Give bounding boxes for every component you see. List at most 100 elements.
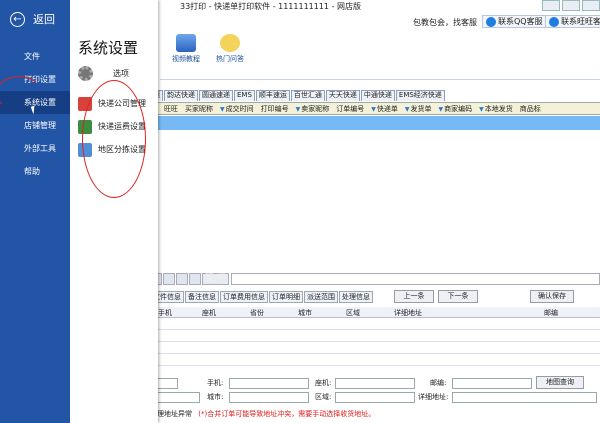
address-grid-header: 手机 座机 省份 城市 区域 详细地址 邮编	[150, 307, 600, 318]
window-controls	[540, 0, 600, 11]
map-search-button[interactable]: 地图查询	[536, 376, 584, 389]
maximize-icon[interactable]	[562, 0, 580, 11]
options-button[interactable]: 选项	[78, 66, 129, 81]
column-header[interactable]: 成交时间	[220, 104, 254, 114]
district-label: 区域:	[315, 393, 332, 401]
column-header[interactable]: 发货单	[405, 104, 432, 114]
column-header: 座机	[202, 309, 216, 317]
zip-label: 邮编:	[430, 379, 447, 387]
column-header: 详细地址	[394, 309, 422, 317]
faq-label: 热门问答	[216, 55, 244, 63]
speech-bubble-icon	[220, 34, 240, 52]
gear-icon	[78, 66, 93, 81]
video-tutorial-button[interactable]: 视频教程	[172, 34, 200, 64]
tab-detail[interactable]: 备注信息	[185, 291, 219, 303]
app-root: 33打印 - 快递单打印软件 - 1111111111 - 网店版 包教包会，找…	[0, 0, 600, 423]
faq-button[interactable]: 热门问答	[216, 34, 244, 64]
confirm-save-button[interactable]: 确认保存	[530, 290, 574, 303]
wangwang-icon	[549, 16, 559, 27]
order-grid-body[interactable]	[150, 130, 600, 270]
prev-page-icon[interactable]	[163, 273, 175, 285]
column-header[interactable]: 买家昵称	[185, 104, 213, 114]
ribbon-toolbar: 视频教程 热门问答	[160, 30, 600, 80]
column-header: 城市	[298, 309, 312, 317]
last-page-icon[interactable]	[189, 273, 201, 285]
tab-detail[interactable]: 派送范围	[304, 291, 338, 303]
sidebar-item-file[interactable]: 文件	[0, 45, 70, 68]
sidebar-item-shop-management[interactable]: 店铺管理	[0, 114, 70, 137]
sidebar-item-help[interactable]: 帮助	[0, 160, 70, 183]
column-header: 手机	[158, 309, 172, 317]
column-header[interactable]: 打印编号	[261, 104, 289, 114]
column-header[interactable]: 旺旺	[164, 104, 178, 114]
column-header: 区域	[346, 309, 360, 317]
page-title: 系统设置	[78, 39, 139, 57]
tab-carrier[interactable]: 韵达快递	[164, 90, 198, 101]
annotation-circle	[82, 80, 146, 198]
video-tutorial-label: 视频教程	[172, 55, 200, 63]
address-field[interactable]	[452, 392, 597, 403]
tab-carrier[interactable]: EMS经济快递	[395, 90, 445, 101]
qq-icon	[486, 16, 496, 27]
column-header[interactable]: 本地发货	[479, 104, 513, 114]
title-bar: 33打印 - 快递单打印软件 - 1111111111 - 网店版	[160, 0, 600, 14]
tab-detail[interactable]: 订单费用信息	[220, 291, 268, 303]
prev-record-button[interactable]: 上一条	[394, 290, 434, 303]
close-icon[interactable]	[582, 0, 600, 11]
monitor-icon	[176, 34, 196, 52]
back-arrow-icon: ←	[10, 11, 25, 27]
window-title: 33打印 - 快递单打印软件 - 1111111111 - 网店版	[180, 2, 361, 11]
mobile-label: 手机:	[207, 379, 224, 387]
tab-carrier[interactable]: 圆通速递	[199, 90, 233, 101]
column-header[interactable]: 商品标	[520, 104, 541, 114]
order-grid-header: 友 旺旺 买家昵称 成交时间 打印编号 卖家昵称 订单编号 快递单 发货单 商家…	[150, 102, 600, 115]
qq-support-label: 联系QQ客服	[498, 17, 543, 26]
tab-detail[interactable]: 订单明细	[269, 291, 303, 303]
selected-row[interactable]	[150, 116, 600, 130]
pager-label: 拨 子	[202, 273, 230, 285]
zip-field[interactable]	[452, 378, 532, 389]
column-header[interactable]: 卖家昵称	[296, 104, 329, 114]
address-form: 手机: 座机: 邮编: 地图查询 城市: 区域: 详细地址:	[150, 372, 600, 408]
district-select[interactable]	[335, 392, 415, 403]
settings-overlay: ← 返回 文件 打印设置 系统设置 店铺管理 外部工具 帮助 系统设置 选项 快…	[0, 0, 158, 423]
help-tip: 包教包会，找客服	[413, 18, 477, 27]
address-grid-body[interactable]	[150, 318, 600, 366]
tab-detail[interactable]: 处理信息	[339, 291, 373, 303]
column-header: 省份	[250, 309, 264, 317]
tab-carrier[interactable]: EMS	[234, 90, 255, 101]
wangwang-support-button[interactable]: 联系旺旺客服	[545, 15, 600, 28]
column-header[interactable]: 商家编码	[439, 104, 472, 114]
tab-carrier[interactable]: 百世汇通	[290, 90, 325, 101]
next-page-icon[interactable]	[176, 273, 188, 285]
backstage-sidebar: ← 返回 文件 打印设置 系统设置 店铺管理 外部工具 帮助	[0, 0, 70, 423]
merge-warning-text: (*)合并订单可能导致地址冲突，需要手动选择收货地址。	[198, 410, 376, 418]
sidebar-item-external-tools[interactable]: 外部工具	[0, 137, 70, 160]
pager-input[interactable]	[231, 273, 600, 285]
city-select[interactable]	[229, 392, 309, 403]
mobile-field[interactable]	[229, 378, 309, 389]
back-label: 返回	[33, 13, 55, 26]
city-label: 城市:	[207, 393, 224, 401]
qq-support-button[interactable]: 联系QQ客服	[482, 15, 547, 28]
settings-content: 系统设置 选项 快递公司管理 快递运费设置 地区分拣设置	[70, 0, 158, 423]
tab-carrier[interactable]: 天天快递	[325, 90, 360, 101]
sidebar-menu: 文件 打印设置 系统设置 店铺管理 外部工具 帮助	[0, 45, 70, 183]
tab-carrier[interactable]: 中通快递	[360, 90, 395, 101]
tab-carrier[interactable]: 顺丰速运	[255, 90, 290, 101]
options-label: 选项	[113, 69, 129, 78]
back-button[interactable]: ← 返回	[10, 11, 55, 27]
help-bar: 包教包会，找客服 联系QQ客服 联系旺旺客服	[160, 14, 600, 30]
next-record-button[interactable]: 下一条	[438, 290, 478, 303]
wangwang-support-label: 联系旺旺客服	[561, 17, 600, 26]
phone-label: 座机:	[315, 379, 332, 387]
phone-field[interactable]	[335, 378, 415, 389]
bottom-status: 处理地址异常 (*)合并订单可能导致地址冲突，需要手动选择收货地址。	[150, 409, 600, 421]
carrier-tabs: 德 韵达快递 圆通速递 EMS 顺丰速运 百世汇通 天天快递 中通快递 EMS经…	[150, 90, 446, 101]
minimize-icon[interactable]	[542, 0, 560, 11]
detail-tabs: 文件信息 备注信息 订单费用信息 订单明细 派送范围 处理信息	[150, 291, 374, 303]
column-header: 邮编	[544, 309, 558, 317]
address-label: 详细地址:	[418, 393, 449, 401]
column-header[interactable]: 快递单	[371, 104, 398, 114]
column-header[interactable]: 订单编号	[336, 104, 364, 114]
